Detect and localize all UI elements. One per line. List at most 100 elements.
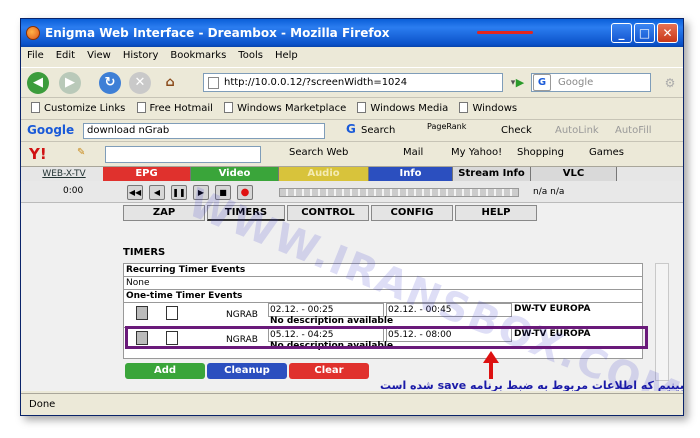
one-time-header: One-time Timer Events bbox=[126, 291, 243, 301]
tab-vlc[interactable]: VLC bbox=[531, 167, 617, 181]
clear-button[interactable]: Clear bbox=[289, 363, 369, 379]
delete-icon[interactable] bbox=[136, 306, 148, 320]
google-g-icon: G bbox=[346, 122, 356, 136]
maximize-button[interactable]: □ bbox=[634, 23, 655, 43]
bookmark-label: Windows Media bbox=[370, 103, 449, 114]
nav-control[interactable]: CONTROL bbox=[287, 205, 369, 221]
throbber-icon: ⚙ bbox=[664, 76, 676, 90]
menu-help[interactable]: Help bbox=[269, 47, 304, 64]
recurring-none: None bbox=[126, 278, 150, 288]
google-logo: Google bbox=[27, 123, 75, 137]
yahoo-search-input[interactable] bbox=[105, 146, 261, 163]
menu-view[interactable]: View bbox=[81, 47, 117, 64]
status-bar: Done bbox=[21, 393, 683, 415]
timer-type: NGRAB bbox=[226, 310, 258, 320]
page-icon bbox=[357, 102, 367, 113]
recurring-header: Recurring Timer Events bbox=[126, 265, 246, 275]
yahoo-games-button[interactable]: Games bbox=[589, 147, 624, 158]
window-title: Enigma Web Interface - Dreambox - Mozill… bbox=[45, 26, 390, 40]
player-time: 0:00 bbox=[63, 186, 84, 196]
menu-bar: File Edit View History Bookmarks Tools Help bbox=[21, 47, 683, 67]
bookmark-label: Windows Marketplace bbox=[237, 103, 347, 114]
firefox-icon bbox=[26, 26, 40, 40]
menu-tools[interactable]: Tools bbox=[232, 47, 269, 64]
highlight-box bbox=[125, 326, 648, 349]
timer-description: No description available bbox=[270, 316, 394, 326]
page-title: TIMERS bbox=[123, 247, 166, 258]
yahoo-toolbar: Y! ✎ Search Web Mail My Yahoo! Shopping … bbox=[21, 141, 683, 167]
stop-icon[interactable]: ✕ bbox=[129, 72, 151, 94]
tab-audio[interactable]: Audio bbox=[279, 167, 369, 181]
play-back-icon[interactable]: ◀ bbox=[149, 185, 165, 200]
autolink-button[interactable]: AutoLink bbox=[555, 125, 599, 136]
menu-edit[interactable]: Edit bbox=[50, 47, 81, 64]
bookmarks-toolbar: Customize Links Free Hotmail Windows Mar… bbox=[21, 97, 683, 119]
page-icon bbox=[459, 102, 469, 113]
yahoo-shopping-button[interactable]: Shopping bbox=[517, 147, 564, 158]
bookmark-label: Windows bbox=[472, 103, 518, 114]
edit-icon[interactable] bbox=[166, 306, 178, 320]
tab-epg[interactable]: EPG bbox=[103, 167, 191, 181]
google-engine-icon[interactable]: G bbox=[533, 74, 551, 91]
yahoo-my-yahoo-button[interactable]: My Yahoo! bbox=[451, 147, 502, 158]
bookmark-windows-media[interactable]: Windows Media bbox=[353, 98, 452, 114]
bookmark-label: Free Hotmail bbox=[149, 103, 213, 114]
player-controls: 0:00 ◀◀ ◀ ❚❚ ▶ ■ ● n/a n/a bbox=[21, 181, 683, 203]
go-arrow-icon[interactable]: ▶ bbox=[509, 72, 531, 94]
menu-history[interactable]: History bbox=[117, 47, 165, 64]
google-toolbar: Google download nGrab G Search PageRank … bbox=[21, 119, 683, 141]
pause-icon[interactable]: ❚❚ bbox=[171, 185, 187, 200]
cleanup-button[interactable]: Cleanup bbox=[207, 363, 287, 379]
nav-help[interactable]: HELP bbox=[455, 205, 537, 221]
nav-config[interactable]: CONFIG bbox=[371, 205, 453, 221]
yahoo-mail-button[interactable]: Mail bbox=[403, 147, 423, 158]
tab-video[interactable]: Video bbox=[191, 167, 279, 181]
tab-info[interactable]: Info bbox=[369, 167, 453, 181]
minimize-button[interactable]: _ bbox=[611, 23, 632, 43]
forward-icon[interactable]: ▶ bbox=[59, 72, 81, 94]
check-button[interactable]: Check bbox=[501, 125, 532, 136]
bookmark-windows-marketplace[interactable]: Windows Marketplace bbox=[220, 98, 350, 114]
webx-link[interactable]: WEB-X-TV bbox=[25, 169, 103, 179]
yahoo-logo: Y! bbox=[29, 145, 47, 163]
back-icon[interactable]: ◀ bbox=[27, 72, 49, 94]
title-bar: Enigma Web Interface - Dreambox - Mozill… bbox=[21, 19, 683, 47]
bookmark-windows[interactable]: Windows bbox=[455, 98, 521, 114]
google-search-button[interactable]: Search bbox=[361, 125, 395, 136]
annotation-mark bbox=[477, 31, 533, 34]
google-search-input[interactable]: download nGrab bbox=[83, 123, 325, 139]
home-icon[interactable]: ⌂ bbox=[159, 72, 181, 94]
player-rate: n/a n/a bbox=[533, 187, 565, 197]
page-icon bbox=[208, 77, 219, 89]
web-content: WEB-X-TV EPG Video Audio Info Stream Inf… bbox=[21, 167, 683, 391]
bookmark-label: Customize Links bbox=[44, 103, 126, 114]
annotation-text: در این صفحه هم میبینیم که اطلاعات مربوط … bbox=[380, 379, 683, 391]
rewind-icon[interactable]: ◀◀ bbox=[127, 185, 143, 200]
scrollbar[interactable] bbox=[655, 263, 669, 381]
search-placeholder: Google bbox=[558, 77, 594, 88]
bookmark-free-hotmail[interactable]: Free Hotmail bbox=[133, 98, 217, 114]
navigation-toolbar: ◀ ▶ ↻ ✕ ⌂ http://10.0.0.12/?screenWidth=… bbox=[21, 67, 683, 97]
reload-icon[interactable]: ↻ bbox=[99, 72, 121, 94]
yahoo-search-web-button[interactable]: Search Web bbox=[289, 147, 348, 158]
page-icon bbox=[136, 102, 146, 113]
page-icon bbox=[31, 102, 40, 113]
pagerank-label: PageRank bbox=[427, 122, 467, 131]
url-text: http://10.0.0.12/?screenWidth=1024 bbox=[224, 77, 408, 88]
status-text: Done bbox=[29, 399, 56, 410]
close-button[interactable]: ✕ bbox=[657, 23, 678, 43]
add-button[interactable]: Add bbox=[125, 363, 205, 379]
pencil-icon[interactable]: ✎ bbox=[77, 147, 85, 158]
timer-start: 02.12. - 00:25 bbox=[268, 303, 384, 317]
top-nav: WEB-X-TV EPG Video Audio Info Stream Inf… bbox=[21, 167, 683, 181]
tab-stream-info[interactable]: Stream Info bbox=[453, 167, 531, 181]
autofill-button[interactable]: AutoFill bbox=[615, 125, 652, 136]
progress-bar[interactable] bbox=[279, 188, 519, 197]
browser-window: Enigma Web Interface - Dreambox - Mozill… bbox=[20, 18, 684, 416]
menu-bookmarks[interactable]: Bookmarks bbox=[164, 47, 232, 64]
bookmark-customize-links[interactable]: Customize Links bbox=[27, 98, 129, 114]
url-input[interactable]: http://10.0.0.12/?screenWidth=1024 bbox=[203, 73, 503, 92]
menu-file[interactable]: File bbox=[21, 47, 50, 64]
page-icon bbox=[224, 102, 234, 113]
google-search-value: download nGrab bbox=[87, 125, 170, 136]
